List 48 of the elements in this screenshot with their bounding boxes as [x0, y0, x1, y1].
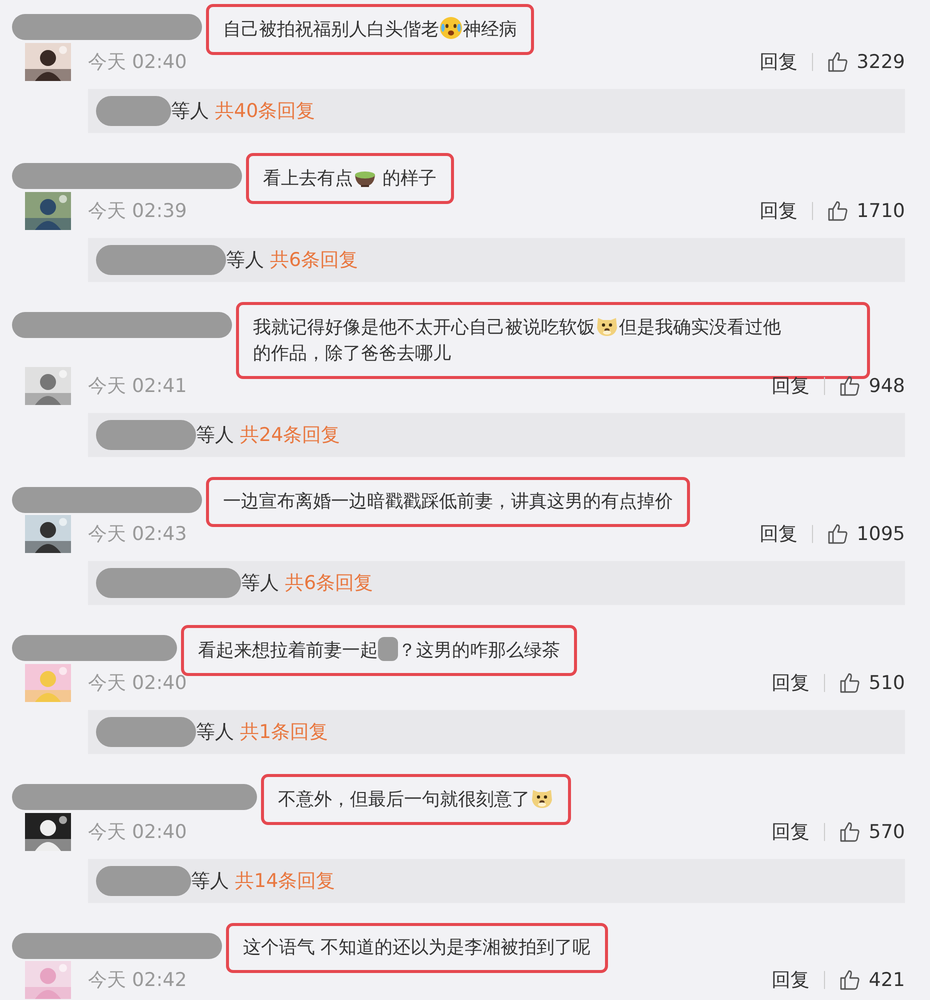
comment-time: 今天 02:40	[88, 50, 187, 75]
thumbs-up-icon[interactable]	[838, 672, 861, 694]
like-count: 1095	[856, 523, 905, 545]
like-count: 948	[868, 375, 905, 397]
replies-label: 等人	[171, 99, 209, 124]
comment-text: 我就记得好像是他不太开心自己被说吃软饭	[253, 317, 595, 338]
thumbs-up-icon[interactable]	[826, 51, 849, 73]
reply-link[interactable]: 回复	[772, 819, 810, 845]
comment-time: 今天 02:40	[88, 671, 187, 696]
comment-text: 看上去有点	[263, 168, 353, 189]
comment-text: 看起来想拉着前妻一起	[198, 640, 378, 661]
thumbs-up-icon[interactable]	[826, 200, 849, 222]
reply-link[interactable]: 回复	[760, 198, 798, 224]
comment-text: 这个语气 不知道的还以为是李湘被拍到了呢	[243, 937, 591, 958]
comment-time: 今天 02:39	[88, 199, 187, 224]
replies-label: 等人	[196, 720, 234, 745]
replies-label: 等人	[226, 248, 264, 273]
like-count: 1710	[856, 200, 905, 222]
thumbs-up-icon[interactable]	[838, 969, 861, 991]
replies-label: 等人	[241, 571, 279, 596]
replies-label: 等人	[196, 423, 234, 448]
thumbs-up-icon[interactable]	[838, 375, 861, 397]
thumbs-up-icon[interactable]	[826, 523, 849, 545]
like-count: 421	[868, 969, 905, 991]
comment-time: 今天 02:42	[88, 968, 187, 993]
replies-label: 等人	[191, 869, 229, 894]
like-count: 570	[868, 821, 905, 843]
crying-face-icon	[439, 16, 463, 40]
reply-link[interactable]: 回复	[772, 670, 810, 696]
comment-text: 神经病	[463, 19, 517, 40]
reply-link[interactable]: 回复	[772, 373, 810, 399]
comment-text: 一边宣布离婚一边暗戳戳踩低前妻，讲真这男的有点掉价	[223, 491, 673, 512]
comment-text: 的作品，除了爸爸去哪儿	[253, 343, 451, 364]
comment-text: 但是我确实没看过他	[619, 317, 781, 338]
comment-text: 自己被拍祝福别人白头偕老	[223, 19, 439, 40]
comment-text: 不意外，但最后一句就很刻意了	[278, 789, 530, 810]
reply-link[interactable]: 回复	[772, 967, 810, 993]
comment-time: 今天 02:43	[88, 522, 187, 547]
comment-text: ？这男的咋那么绿茶	[398, 640, 560, 661]
redaction-blur	[378, 637, 398, 661]
reply-link[interactable]: 回复	[760, 521, 798, 547]
reply-link[interactable]: 回复	[760, 49, 798, 75]
like-count: 510	[868, 672, 905, 694]
like-count: 3229	[856, 51, 905, 73]
comment-time: 今天 02:41	[88, 374, 187, 399]
comment-text: 的样子	[382, 168, 437, 189]
comment-time: 今天 02:40	[88, 820, 187, 845]
thumbs-up-icon[interactable]	[838, 821, 861, 843]
